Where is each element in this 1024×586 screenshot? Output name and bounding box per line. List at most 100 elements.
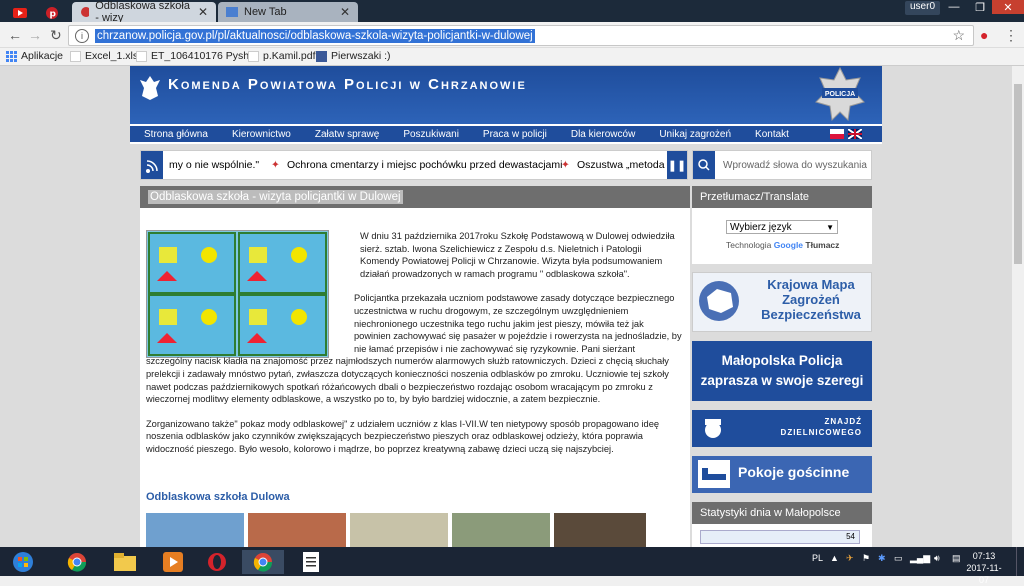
chrome-taskbar-button[interactable] — [56, 550, 98, 574]
ticker-item[interactable]: my o nie wspólnie." — [169, 159, 259, 171]
banner-find-officer[interactable]: ZNAJDŹ DZIELNICOWEGO — [692, 410, 872, 447]
ticker-item[interactable]: Oszustwa „metoda — [577, 159, 665, 171]
show-hidden-icons-icon[interactable]: ▲ — [830, 553, 839, 563]
menu-item-management[interactable]: Kierownictwo — [232, 129, 291, 140]
search-input[interactable]: Wprowadź słowa do wyszukania — [723, 160, 867, 171]
gallery-thumbnail[interactable] — [248, 513, 346, 547]
back-arrow-icon[interactable]: ← — [8, 27, 22, 43]
close-tab-icon[interactable]: ✕ — [198, 5, 208, 19]
page-icon — [248, 50, 259, 62]
rss-icon[interactable] — [141, 151, 163, 179]
maximize-icon[interactable]: ❐ — [966, 0, 994, 14]
ticker-item[interactable]: Ochrona cmentarzy i miejsc pochówku prze… — [287, 159, 562, 171]
media-player-taskbar-button[interactable] — [152, 550, 194, 574]
article-header: Odblaskowa szkoła - wizyta policjantki w… — [140, 186, 690, 208]
clock[interactable]: 07:13 2017-11-07 — [964, 550, 1004, 586]
bookmark-et[interactable]: ET_106410176 Pyshni — [136, 50, 257, 62]
battery-icon[interactable]: ▭ — [894, 553, 903, 564]
opera-icon[interactable]: ● — [980, 27, 988, 43]
youtube-icon — [13, 7, 27, 18]
bookmark-facebook[interactable]: Pierwszaki :) — [316, 50, 391, 62]
page-scrollbar[interactable] — [1012, 66, 1024, 547]
article-paragraph: Policjantka przekazała uczniom podstawow… — [146, 293, 682, 405]
menu-item-threats[interactable]: Unikaj zagrożeń — [659, 129, 731, 140]
tray-app-icon[interactable]: ✈ — [846, 553, 854, 564]
document-taskbar-button[interactable] — [290, 550, 332, 574]
show-desktop-button[interactable] — [1016, 547, 1024, 576]
user-profile-button[interactable]: user0 — [905, 1, 941, 15]
banner-guest-rooms[interactable]: Pokoje gościnne — [692, 456, 872, 493]
ticker-separator-icon: ✦ — [271, 159, 280, 171]
forward-arrow-icon[interactable]: → — [28, 27, 42, 43]
apps-grid-icon — [6, 50, 17, 62]
uk-flag-icon[interactable] — [848, 129, 862, 139]
start-button[interactable] — [2, 550, 44, 574]
action-center-icon[interactable]: ▤ — [952, 553, 961, 564]
police-badge-logo[interactable]: POLICJA — [808, 66, 872, 122]
url-text[interactable]: chrzanow.policja.gov.pl/pl/aktualnosci/o… — [95, 28, 535, 43]
eagle-emblem-icon — [140, 76, 160, 100]
stats-header: Statystyki dnia w Małopolsce — [692, 502, 872, 524]
svg-text:p: p — [50, 9, 57, 19]
flag-icon[interactable]: ⚑ — [862, 553, 870, 564]
volume-icon[interactable]: 🔊︎ — [934, 553, 940, 564]
scrollbar-thumb[interactable] — [1014, 84, 1022, 264]
menu-item-services[interactable]: Załatw sprawę — [315, 129, 379, 140]
minimize-icon[interactable]: — — [940, 0, 968, 14]
info-icon[interactable]: i — [75, 28, 89, 43]
stats-bar: 54 — [700, 530, 860, 544]
banner-threat-map[interactable]: Krajowa Mapa Zagrożeń Bezpieczeństwa — [692, 272, 872, 332]
menu-item-contact[interactable]: Kontakt — [755, 129, 789, 140]
search-icon[interactable] — [693, 151, 715, 179]
chrome-active-taskbar-button[interactable] — [242, 550, 284, 574]
language-select-value: Wybierz język — [730, 221, 792, 233]
bookmark-label: Pierwszaki :) — [331, 50, 391, 62]
windows-logo-icon — [13, 552, 33, 572]
bluetooth-icon[interactable]: ✱ — [878, 553, 886, 564]
gallery-thumbnail[interactable] — [146, 513, 244, 547]
banner-recruitment[interactable]: Małopolska Policja zaprasza w swoje szer… — [692, 341, 872, 401]
tab-title: New Tab — [244, 6, 287, 18]
menu-item-drivers[interactable]: Dla kierowców — [571, 129, 635, 140]
youtube-pinned-tab[interactable] — [8, 3, 32, 22]
article-container: Odblaskowa szkoła - wizyta policjantki w… — [140, 186, 690, 547]
bookmark-label: ET_106410176 Pyshni — [151, 50, 258, 62]
translate-text: Tłumacz — [805, 240, 840, 250]
close-tab-icon[interactable]: ✕ — [340, 5, 350, 19]
pinterest-pinned-tab[interactable]: p — [40, 3, 64, 22]
opera-icon — [208, 553, 226, 571]
tab-new[interactable]: New Tab ✕ — [218, 2, 358, 22]
explorer-taskbar-button[interactable] — [104, 550, 146, 574]
site-search: Wprowadź słowa do wyszukania — [692, 150, 872, 180]
polish-flag-icon[interactable] — [830, 129, 844, 139]
menu-icon[interactable]: ⋮ — [1004, 27, 1018, 44]
language-select[interactable]: Wybierz język ▼ — [726, 220, 838, 234]
bookmark-apps[interactable]: Aplikacje — [6, 50, 63, 62]
google-translate-credit[interactable]: Technologia Google Tłumacz — [726, 240, 839, 250]
address-bar[interactable]: i chrzanow.policja.gov.pl/pl/aktualnosci… — [68, 25, 974, 46]
gallery-thumbnail[interactable] — [452, 513, 550, 547]
tab-active[interactable]: Odblaskowa szkoła - wizy ✕ — [72, 0, 216, 24]
menu-item-careers[interactable]: Praca w policji — [483, 129, 547, 140]
gallery-thumbnail[interactable] — [350, 513, 448, 547]
pause-icon[interactable]: ❚❚ — [667, 151, 687, 179]
banner-line: Małopolska Policja — [721, 353, 843, 368]
gallery-thumbnail[interactable] — [554, 513, 646, 547]
bookmark-pdf[interactable]: p.Kamil.pdf — [248, 50, 316, 62]
bookmark-excel[interactable]: Excel_1.xls — [70, 50, 138, 62]
network-signal-icon[interactable]: ▂▄▆ — [910, 553, 930, 564]
bed-icon — [698, 460, 730, 488]
language-indicator[interactable]: PL — [812, 553, 823, 563]
close-window-icon[interactable]: ✕ — [992, 0, 1024, 14]
menu-item-home[interactable]: Strona główna — [144, 129, 208, 140]
site-title[interactable]: Komenda Powiatowa Policji w Chrzanowie — [168, 76, 527, 93]
stats-widget: Statystyki dnia w Małopolsce 54 — [692, 502, 872, 547]
opera-taskbar-button[interactable] — [196, 550, 238, 574]
reload-icon[interactable]: ↻ — [50, 27, 62, 44]
police-star-icon: POLICJA — [815, 66, 865, 122]
menu-item-wanted[interactable]: Poszukiwani — [403, 129, 459, 140]
star-icon[interactable]: ☆ — [952, 27, 965, 44]
newtab-favicon — [226, 7, 238, 17]
police-favicon — [81, 7, 90, 17]
banner-line: Zagrożeń — [782, 292, 840, 307]
